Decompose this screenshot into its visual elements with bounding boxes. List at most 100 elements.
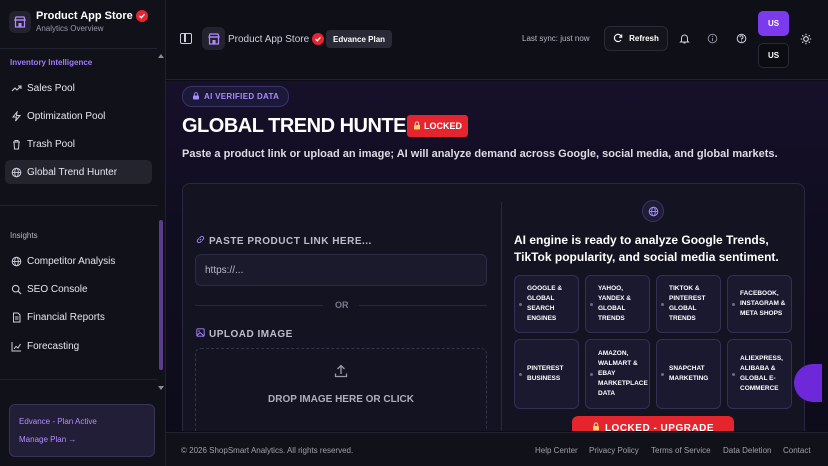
data-source-label-line: ALIBABA & xyxy=(740,365,776,372)
data-source-label: GOOGLE & GLOBAL SEARCH ENGINES xyxy=(527,284,562,324)
sidebar-scrollbar[interactable] xyxy=(157,50,165,392)
product-link-label: PASTE PRODUCT LINK HERE... xyxy=(196,235,372,247)
language-button[interactable]: US xyxy=(758,43,789,68)
sidebar-item-label: Sales Pool xyxy=(27,82,75,94)
data-source-tile: SNAPCHAT MARKETING xyxy=(656,339,721,409)
data-source-label-line: YAHOO, xyxy=(598,285,624,292)
refresh-button[interactable]: Refresh xyxy=(604,26,668,51)
ai-badge-text: AI VERIFIED DATA xyxy=(204,92,280,101)
data-source-tile: GOOGLE & GLOBAL SEARCH ENGINES xyxy=(514,275,579,333)
footer-link-data-deletion[interactable]: Data Deletion xyxy=(723,446,771,455)
page-subtitle: Paste a product link or upload an image;… xyxy=(182,148,778,160)
data-source-tile: PINTEREST BUSINESS xyxy=(514,339,579,409)
copyright-text: © 2026 ShopSmart Analytics. All rights r… xyxy=(181,446,354,455)
data-source-label-line: PINTEREST xyxy=(669,295,706,302)
language-button-active[interactable]: US xyxy=(758,11,789,36)
scroll-thumb[interactable] xyxy=(159,220,163,370)
data-source-label-line: TRENDS xyxy=(598,315,625,322)
footer-link-terms-of-service[interactable]: Terms of Service xyxy=(651,446,711,455)
scroll-down-icon[interactable] xyxy=(158,386,164,390)
data-source-label: SNAPCHAT MARKETING xyxy=(669,364,708,384)
ai-verified-badge: AI VERIFIED DATA xyxy=(182,86,290,107)
divider xyxy=(0,48,157,49)
sidebar-item-label: Optimization Pool xyxy=(27,110,106,122)
brand-subtitle: Analytics Overview xyxy=(36,24,104,33)
data-source-label-line: AMAZON, xyxy=(598,350,629,357)
link-icon xyxy=(196,235,205,247)
data-source-label-line: GLOBAL E- xyxy=(740,375,776,382)
data-source-label: FACEBOOK, INSTAGRAM & META SHOPS xyxy=(740,289,785,319)
data-source-label-line: SEARCH xyxy=(527,305,555,312)
sidebar-item-optimization-pool[interactable]: Optimization Pool xyxy=(5,104,152,128)
sidebar-item-financial-reports[interactable]: Financial Reports xyxy=(5,305,152,329)
divider xyxy=(195,305,323,306)
divider xyxy=(0,379,157,380)
bullet-icon xyxy=(732,372,735,376)
or-separator: OR xyxy=(335,300,349,310)
topbar-app-name: Product App Store xyxy=(228,33,325,45)
verified-icon xyxy=(135,10,148,22)
data-source-label-line: GLOBAL xyxy=(669,305,697,312)
scroll-up-icon[interactable] xyxy=(158,54,164,58)
divider xyxy=(0,205,157,206)
data-source-label-line: DATA xyxy=(598,390,616,397)
data-source-label: TIKTOK & PINTEREST GLOBAL TRENDS xyxy=(669,284,705,324)
drop-zone-text: DROP IMAGE HERE OR CLICK xyxy=(268,394,414,405)
ai-ready-text: AI engine is ready to analyze Google Tre… xyxy=(514,233,779,264)
data-source-tile: ALIEXPRESS, ALIBABA & GLOBAL E- COMMERCE xyxy=(727,339,792,409)
data-source-label-line: INSTAGRAM & xyxy=(740,300,786,307)
data-source-label-line: PINTEREST xyxy=(527,365,564,372)
data-source-label-line: TRENDS xyxy=(669,315,696,322)
document-icon xyxy=(11,312,22,323)
plan-card: Edvance - Plan Active Manage Plan → xyxy=(9,404,155,457)
divider xyxy=(501,202,502,431)
data-source-tile: YAHOO, YANDEX & GLOBAL TRENDS xyxy=(585,275,650,333)
sidebar-toggle-icon[interactable] xyxy=(180,33,192,44)
app-name-text: Product App Store xyxy=(228,33,310,45)
brand-title: Product App Store xyxy=(36,10,133,22)
image-drop-zone[interactable]: DROP IMAGE HERE OR CLICK xyxy=(195,348,487,431)
help-icon[interactable] xyxy=(735,32,748,45)
sidebar-item-global-trend-hunter[interactable]: Global Trend Hunter xyxy=(5,160,152,184)
sidebar-item-seo-console[interactable]: SEO Console xyxy=(5,277,152,301)
trending-up-icon xyxy=(11,83,22,94)
manage-plan-link[interactable]: Manage Plan → xyxy=(19,435,76,444)
sidebar-item-label: SEO Console xyxy=(27,283,88,295)
data-source-label-line: YANDEX & xyxy=(598,295,631,302)
bell-icon[interactable] xyxy=(678,32,691,45)
sidebar-item-forecasting[interactable]: Forecasting xyxy=(5,334,152,358)
upload-icon xyxy=(333,363,349,384)
footer: © 2026 ShopSmart Analytics. All rights r… xyxy=(166,432,828,466)
plan-badge: Edvance Plan xyxy=(326,30,393,48)
sidebar-item-label: Financial Reports xyxy=(27,311,105,323)
sidebar-item-sales-pool[interactable]: Sales Pool xyxy=(5,76,152,100)
theme-toggle-icon[interactable] xyxy=(799,32,812,45)
footer-link-privacy-policy[interactable]: Privacy Policy xyxy=(589,446,639,455)
data-source-tile: FACEBOOK, INSTAGRAM & META SHOPS xyxy=(727,275,792,333)
footer-link-help-center[interactable]: Help Center xyxy=(535,446,578,455)
bullet-icon xyxy=(519,302,522,306)
search-icon xyxy=(11,284,22,295)
bullet-icon xyxy=(590,372,593,376)
data-source-label: PINTEREST BUSINESS xyxy=(527,364,563,384)
data-source-label-line: ALIEXPRESS, xyxy=(740,355,783,362)
sidebar-item-label: Global Trend Hunter xyxy=(27,166,118,178)
sidebar: Product App Store Analytics Overview Inv… xyxy=(0,0,166,466)
data-source-label: ALIEXPRESS, ALIBABA & GLOBAL E- COMMERCE xyxy=(740,354,783,394)
lock-icon xyxy=(192,91,200,102)
product-link-input[interactable] xyxy=(195,254,487,286)
upgrade-button[interactable]: LOCKED - UPGRADE xyxy=(572,416,734,431)
footer-link-contact[interactable]: Contact xyxy=(783,446,811,455)
chart-icon xyxy=(11,341,22,352)
sidebar-item-trash-pool[interactable]: Trash Pool xyxy=(5,132,152,156)
data-source-label-line: GOOGLE & xyxy=(527,285,563,292)
link-label-text: PASTE PRODUCT LINK HERE... xyxy=(209,235,372,247)
page-title: GLOBAL TREND HUNTER xyxy=(182,115,420,137)
info-icon[interactable] xyxy=(706,32,719,45)
data-source-tile: AMAZON, WALMART & EBAY MARKETPLACE DATA xyxy=(585,339,650,409)
brand[interactable]: Product App Store Analytics Overview xyxy=(9,10,148,33)
data-source-label-line: FACEBOOK, xyxy=(740,290,779,297)
lock-icon xyxy=(592,422,600,431)
sidebar-item-competitor-analysis[interactable]: Competitor Analysis xyxy=(5,249,152,273)
data-source-label-line: TIKTOK & xyxy=(669,285,700,292)
